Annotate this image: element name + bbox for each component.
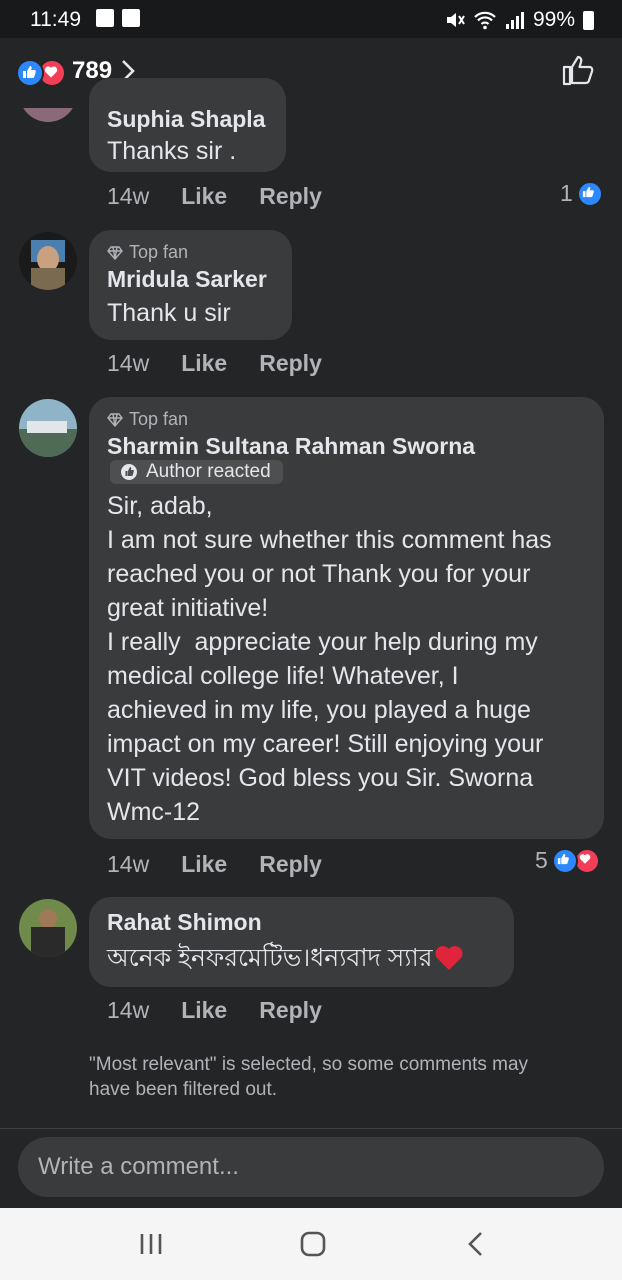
like-button[interactable]: Like bbox=[181, 183, 227, 210]
reply-button[interactable]: Reply bbox=[259, 997, 322, 1024]
like-button[interactable]: Like bbox=[181, 997, 227, 1024]
comment-reaction-count: 5 bbox=[535, 847, 548, 873]
comment-reaction-count: 1 bbox=[560, 180, 573, 206]
wifi-icon bbox=[474, 11, 496, 30]
comment-time: 14w bbox=[107, 997, 150, 1023]
comment-reactions[interactable]: 5 bbox=[535, 847, 600, 874]
battery-percent: 99% bbox=[532, 8, 575, 31]
battery-icon bbox=[583, 10, 594, 30]
comment-bubble[interactable]: Top fan Sharmin Sultana Rahman Sworna Au… bbox=[89, 397, 604, 839]
system-navigation-bar bbox=[0, 1208, 622, 1280]
status-bar: 11:49 99% bbox=[0, 0, 622, 38]
author-reacted-badge: Author reacted bbox=[110, 460, 283, 484]
like-button[interactable]: Like bbox=[181, 851, 227, 878]
reply-button[interactable]: Reply bbox=[259, 350, 322, 377]
avatar[interactable] bbox=[19, 232, 77, 290]
like-reaction-icon bbox=[576, 180, 603, 207]
comment-rahat: Rahat Shimon অনেক ইনফরমেটিভ।ধন্যবাদ স্যা… bbox=[0, 897, 622, 1037]
comment-input[interactable]: Write a comment... bbox=[18, 1137, 604, 1197]
comment-text: Thank u sir bbox=[107, 299, 231, 327]
comment-sharmin: Top fan Sharmin Sultana Rahman Sworna Au… bbox=[0, 397, 622, 887]
filter-notice: "Most relevant" is selected, so some com… bbox=[89, 1054, 529, 1100]
check-notification-icon bbox=[122, 9, 140, 27]
comment-text: অনেক ইনফরমেটিভ।ধন্যবাদ স্যার bbox=[107, 944, 433, 972]
diamond-icon bbox=[107, 412, 123, 427]
divider bbox=[0, 1128, 622, 1129]
author-reacted-icon bbox=[121, 464, 137, 480]
red-heart-icon bbox=[435, 946, 463, 970]
reaction-icons[interactable] bbox=[16, 59, 68, 87]
comment-bubble[interactable]: Suphia Shapla Thanks sir . bbox=[89, 78, 286, 172]
comment-author[interactable]: Sharmin Sultana Rahman Sworna bbox=[107, 433, 475, 460]
comment-bubble[interactable]: Rahat Shimon অনেক ইনফরমেটিভ।ধন্যবাদ স্যা… bbox=[89, 897, 514, 987]
like-button[interactable]: Like bbox=[181, 350, 227, 377]
comment-bubble[interactable]: Top fan Mridula Sarker Thank u sir bbox=[89, 230, 292, 340]
like-post-button[interactable] bbox=[562, 54, 596, 86]
reply-button[interactable]: Reply bbox=[259, 183, 322, 210]
comment-time: 14w bbox=[107, 183, 150, 209]
mute-icon bbox=[446, 13, 465, 27]
avatar[interactable] bbox=[19, 899, 77, 957]
comment-suphia: Suphia Shapla Thanks sir . 14w Like Repl… bbox=[0, 78, 622, 218]
comment-time: 14w bbox=[107, 350, 150, 376]
top-fan-badge: Top fan bbox=[129, 409, 189, 429]
signal-icon bbox=[505, 12, 524, 29]
reply-button[interactable]: Reply bbox=[259, 851, 322, 878]
comment-author[interactable]: Suphia Shapla bbox=[107, 106, 265, 133]
avatar[interactable] bbox=[19, 399, 77, 457]
like-reaction-icon bbox=[551, 847, 578, 874]
gallery-notification-icon bbox=[96, 9, 114, 27]
comment-time: 14w bbox=[107, 851, 150, 877]
comment-author[interactable]: Mridula Sarker bbox=[107, 266, 267, 293]
status-time: 11:49 bbox=[30, 8, 81, 31]
top-fan-badge: Top fan bbox=[129, 242, 189, 262]
like-reaction-icon bbox=[16, 59, 44, 87]
comment-text: Thanks sir . bbox=[107, 137, 237, 165]
back-icon[interactable] bbox=[464, 1228, 488, 1260]
home-icon[interactable] bbox=[298, 1228, 328, 1260]
recent-apps-icon[interactable] bbox=[138, 1228, 164, 1260]
comment-author[interactable]: Rahat Shimon bbox=[107, 909, 262, 936]
comment-reactions[interactable]: 1 bbox=[560, 180, 603, 207]
diamond-icon bbox=[107, 245, 123, 260]
comment-text: Sir, adab, I am not sure whether this co… bbox=[107, 492, 552, 826]
comment-mridula: Top fan Mridula Sarker Thank u sir 14w L… bbox=[0, 230, 622, 380]
